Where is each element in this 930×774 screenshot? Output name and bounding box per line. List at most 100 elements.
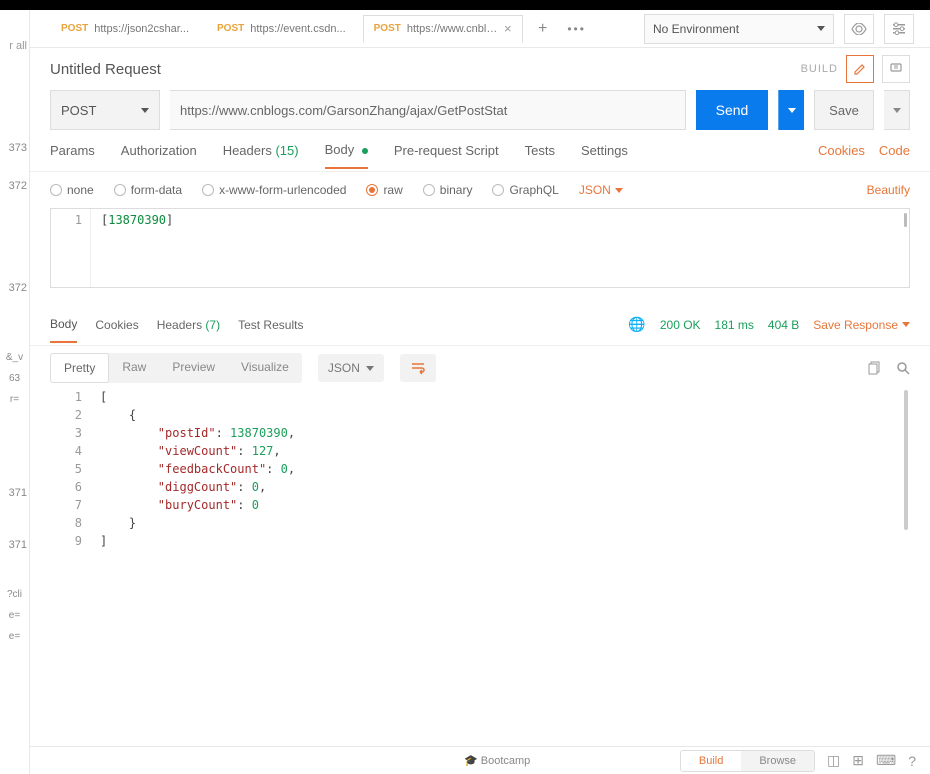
view-visualize[interactable]: Visualize [228,353,302,383]
bootcamp-label: Bootcamp [481,755,531,767]
resp-tab-headers[interactable]: Headers (7) [157,308,220,342]
gutter-frag: 63 [0,371,29,386]
method-select[interactable]: POST [50,90,160,130]
line-number: 9 [50,534,90,552]
line-number: 1 [50,390,90,408]
edit-button[interactable] [846,55,874,83]
chevron-down-icon [902,322,910,327]
radio-xwww[interactable]: x-www-form-urlencoded [202,183,346,197]
cookies-link[interactable]: Cookies [818,143,865,158]
request-tab-active[interactable]: POST https://www.cnblo... × [363,15,523,43]
search-icon[interactable] [896,361,910,375]
line-number: 6 [50,480,90,498]
beautify-button[interactable]: Beautify [867,183,910,197]
code-content[interactable]: [13870390] [101,213,899,227]
bootcamp-link[interactable]: 🎓 Bootcamp [464,754,530,767]
browse-segment[interactable]: Browse [741,751,814,771]
code-link[interactable]: Code [879,143,910,158]
gutter-num: 371 [0,487,29,499]
save-dropdown[interactable] [884,90,910,130]
code-line: ] [100,534,295,552]
request-body-editor[interactable]: 1 [13870390] [50,208,910,288]
radio-label: form-data [131,183,182,197]
line-number: 8 [50,516,90,534]
request-title-row: Untitled Request BUILD [30,48,930,90]
add-tab-button[interactable]: + [529,15,557,43]
view-row: Pretty Raw Preview Visualize JSON [30,346,930,390]
top-black-bar [0,0,930,10]
view-tabs: Pretty Raw Preview Visualize [50,353,302,383]
environment-preview-button[interactable] [844,14,874,44]
save-button[interactable]: Save [814,90,874,130]
layout-icon[interactable]: ⊞ [852,752,864,769]
radio-binary[interactable]: binary [423,183,473,197]
settings-button[interactable] [884,14,914,44]
two-pane-icon[interactable]: ◫ [827,752,840,769]
radio-formdata[interactable]: form-data [114,183,182,197]
close-icon[interactable]: × [504,21,512,36]
modified-dot-icon [362,148,368,154]
line-gutter: 1 [51,209,91,287]
tab-headers[interactable]: Headers (15) [223,133,299,168]
left-gutter: r all 373 372 372 &_v 63 r= 371 371 ?cli… [0,10,30,774]
resp-tab-cookies[interactable]: Cookies [95,308,138,342]
request-title: Untitled Request [50,61,161,78]
tab-more-button[interactable]: ••• [563,15,591,43]
code-line: "diggCount": 0, [100,480,295,498]
environment-select[interactable]: No Environment [644,14,834,44]
gutter-num: 371 [0,539,29,551]
tab-prerequest[interactable]: Pre-request Script [394,133,499,168]
tab-body[interactable]: Body [325,132,368,169]
content-type-label: JSON [579,183,611,197]
code-line: "postId": 13870390, [100,426,295,444]
chevron-down-icon [817,26,825,31]
request-tab[interactable]: POST https://event.csdn... [206,15,357,43]
radio-none[interactable]: none [50,183,94,197]
footer: 🎓 Bootcamp Build Browse ◫ ⊞ ⌨ ? [30,746,930,774]
tab-tests[interactable]: Tests [525,133,555,168]
headers-label: Headers [157,318,202,332]
save-response-button[interactable]: Save Response [813,318,910,332]
keyboard-icon[interactable]: ⌨ [876,752,896,769]
build-browse-segment: Build Browse [680,750,815,772]
body-label: Body [325,142,355,157]
wrap-button[interactable] [400,354,436,382]
scrollbar-thumb[interactable] [904,213,907,227]
radio-graphql[interactable]: GraphQL [492,183,558,197]
code-line: { [100,408,295,426]
radio-icon [492,184,504,196]
gutter-frag: &_v [0,350,29,365]
radio-raw[interactable]: raw [366,183,402,197]
body-type-row: none form-data x-www-form-urlencoded raw… [30,172,930,208]
gutter-frag: e= [0,629,29,644]
save-response-label: Save Response [813,318,898,332]
resp-tab-tests[interactable]: Test Results [238,308,303,342]
build-link[interactable]: BUILD [801,63,838,75]
tab-authorization[interactable]: Authorization [121,133,197,168]
code-line: "feedbackCount": 0, [100,462,295,480]
content-type-select[interactable]: JSON [579,183,623,197]
response-body-editor[interactable]: 123456789 [ { "postId": 13870390, "viewC… [50,390,910,710]
help-icon[interactable]: ? [908,753,916,769]
view-pretty[interactable]: Pretty [50,353,109,383]
line-gutter: 123456789 [50,390,90,552]
environment-label: No Environment [653,22,739,36]
request-tab[interactable]: POST https://json2cshar... [50,15,200,43]
tab-params[interactable]: Params [50,133,95,168]
view-raw[interactable]: Raw [109,353,159,383]
gutter-num: 372 [0,282,29,294]
send-dropdown[interactable] [778,90,804,130]
format-select[interactable]: JSON [318,354,384,382]
build-segment[interactable]: Build [681,751,741,771]
globe-icon[interactable]: 🌐 [628,316,645,333]
code-content: [ { "postId": 13870390, "viewCount": 127… [100,390,295,552]
tab-settings[interactable]: Settings [581,133,628,168]
comment-button[interactable] [882,55,910,83]
copy-icon[interactable] [868,361,882,375]
view-preview[interactable]: Preview [159,353,228,383]
resp-tab-body[interactable]: Body [50,307,77,343]
url-input[interactable] [170,90,686,130]
scrollbar-thumb[interactable] [904,390,908,530]
value: 13870390 [108,213,166,227]
send-button[interactable]: Send [696,90,768,130]
